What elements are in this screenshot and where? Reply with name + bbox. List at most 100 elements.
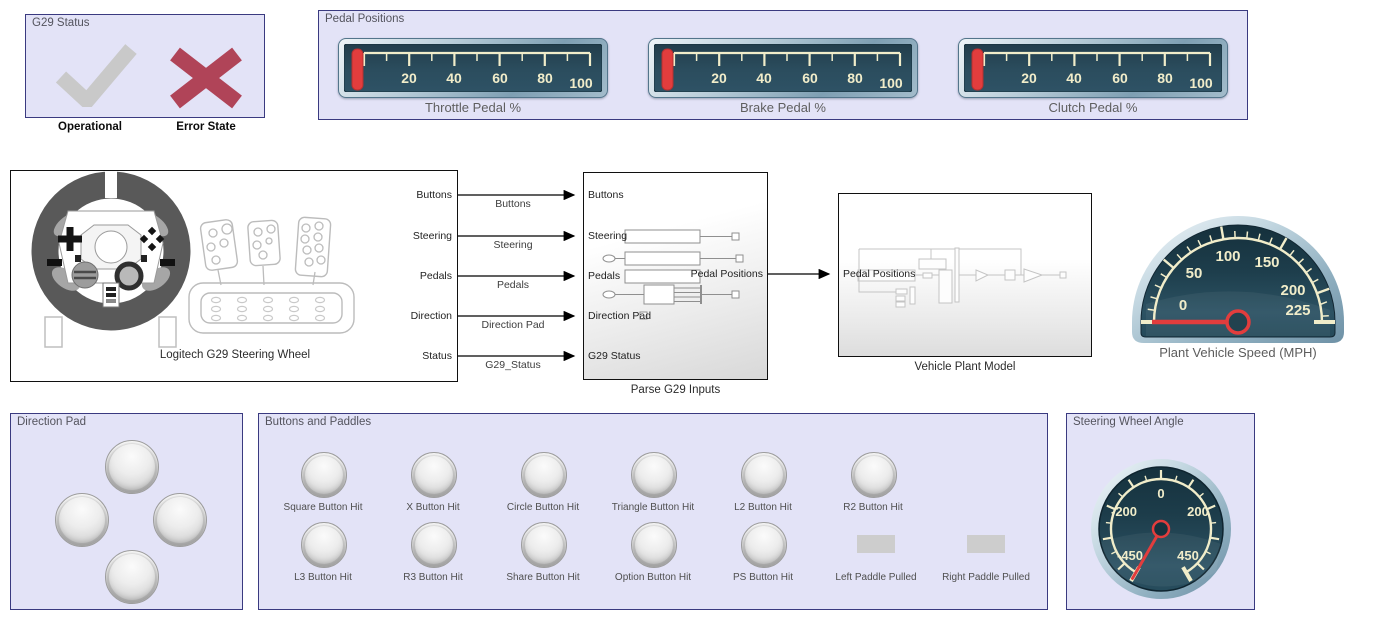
in-port-direction-pad: Direction Pad (588, 310, 651, 322)
angle-tick-neg200: -200 (1111, 504, 1137, 519)
l2-button-label: L2 Button Hit (703, 502, 823, 513)
steering-angle-gauge[interactable]: 0 -200 200 -450 450 (1086, 452, 1236, 602)
dpad-up-lamp[interactable] (105, 440, 159, 494)
direction-pad-title: Direction Pad (17, 416, 86, 428)
circle-button-lamp[interactable] (521, 452, 567, 498)
wire-label-pedals: Pedals (453, 279, 573, 291)
in-port-g29-status: G29 Status (588, 350, 641, 362)
buttons-and-paddles-panel: Buttons and Paddles Square Button Hit X … (258, 413, 1048, 610)
angle-tick-neg450: -450 (1117, 548, 1143, 563)
pedal-positions-title: Pedal Positions (325, 13, 404, 25)
in-port-steering: Steering (588, 230, 627, 242)
speed-tick-225: 225 (1285, 302, 1310, 319)
out-port-pedal-positions: Pedal Positions (663, 268, 763, 280)
wire-label-g29-status: G29_Status (453, 359, 573, 371)
brake-gauge-label: Brake Pedal % (648, 100, 918, 115)
tick-label: 60 (802, 70, 818, 86)
wire-label-steering: Steering (453, 239, 573, 251)
dpad-down-lamp[interactable] (105, 550, 159, 604)
throttle-gauge[interactable]: 20 40 60 80 100 (338, 38, 608, 98)
in-port-buttons: Buttons (588, 189, 624, 201)
tick-label: 20 (1021, 70, 1037, 86)
dpad-right-lamp[interactable] (153, 493, 207, 547)
g29-status-panel: G29 Status (25, 14, 265, 118)
triangle-button-lamp[interactable] (631, 452, 677, 498)
clutch-gauge-label: Clutch Pedal % (958, 100, 1228, 115)
out-port-buttons: Buttons (416, 189, 452, 201)
tick-label: 100 (569, 75, 593, 91)
wire-label-direction-pad: Direction Pad (453, 319, 573, 331)
x-button-lamp[interactable] (411, 452, 457, 498)
angle-tick-0: 0 (1157, 486, 1164, 501)
r3-button-lamp[interactable] (411, 522, 457, 568)
parse-g29-inputs-block[interactable]: Buttons Steering Pedals Direction Pad G2… (583, 172, 768, 380)
tick-label: 60 (1112, 70, 1128, 86)
throttle-gauge-label: Throttle Pedal % (338, 100, 608, 115)
option-button-label: Option Button Hit (593, 572, 713, 583)
vehicle-speed-gauge[interactable]: 0 50 100 150 200 225 (1126, 200, 1350, 350)
l2-button-lamp[interactable] (741, 452, 787, 498)
left-paddle-indicator[interactable] (857, 535, 895, 553)
logitech-g29-block[interactable]: Buttons Steering Pedals Direction Status… (10, 170, 458, 382)
angle-tick-450: 450 (1177, 548, 1199, 563)
needle-hub (1227, 311, 1249, 333)
brake-gauge[interactable]: 20 40 60 80 100 (648, 38, 918, 98)
r3-button-label: R3 Button Hit (373, 572, 493, 583)
ps-button-label: PS Button Hit (703, 572, 823, 583)
right-paddle-label: Right Paddle Pulled (926, 572, 1046, 583)
error-cross-icon[interactable] (167, 47, 245, 109)
in-port-pedal-positions: Pedal Positions (843, 268, 915, 280)
speed-tick-0: 0 (1179, 297, 1187, 314)
circle-button-label: Circle Button Hit (483, 502, 603, 513)
triangle-button-label: Triangle Button Hit (593, 502, 713, 513)
needle-hub (1153, 521, 1169, 537)
in-port-pedals: Pedals (588, 270, 620, 282)
option-button-lamp[interactable] (631, 522, 677, 568)
square-button-lamp[interactable] (301, 452, 347, 498)
g29-status-title: G29 Status (32, 17, 90, 29)
gauge-needle (352, 49, 363, 90)
tick-label: 20 (401, 70, 417, 86)
tick-label: 20 (711, 70, 727, 86)
ps-button-lamp[interactable] (741, 522, 787, 568)
steering-wheel-angle-panel: Steering Wheel Angle 0 -200 200 -450 450 (1066, 413, 1255, 610)
right-paddle-indicator[interactable] (967, 535, 1005, 553)
tick-label: 80 (847, 70, 863, 86)
speed-tick-150: 150 (1254, 254, 1279, 271)
operational-label: Operational (30, 121, 150, 133)
clutch-gauge-face: 20 40 60 80 100 (964, 44, 1222, 92)
l3-button-lamp[interactable] (301, 522, 347, 568)
tick-label: 40 (756, 70, 772, 86)
throttle-gauge-face: 20 40 60 80 100 (344, 44, 602, 92)
speed-tick-200: 200 (1280, 282, 1305, 299)
operational-check-icon[interactable] (49, 37, 139, 107)
speed-gauge-caption: Plant Vehicle Speed (MPH) (1126, 345, 1350, 360)
tick-label: 80 (1157, 70, 1173, 86)
tick-label: 40 (1066, 70, 1082, 86)
brake-gauge-face: 20 40 60 80 100 (654, 44, 912, 92)
clutch-gauge[interactable]: 20 40 60 80 100 (958, 38, 1228, 98)
gauge-needle (662, 49, 673, 90)
error-state-label: Error State (146, 121, 266, 133)
out-port-steering: Steering (413, 230, 452, 242)
tick-label: 100 (1189, 75, 1213, 91)
share-button-lamp[interactable] (521, 522, 567, 568)
speed-tick-100: 100 (1215, 248, 1240, 265)
r2-button-lamp[interactable] (851, 452, 897, 498)
x-button-label: X Button Hit (373, 502, 493, 513)
dpad-left-lamp[interactable] (55, 493, 109, 547)
wire-label-buttons: Buttons (453, 198, 573, 210)
vehicle-plant-model-block[interactable]: Pedal Positions (838, 193, 1092, 357)
tick-label: 40 (446, 70, 462, 86)
tick-label: 60 (492, 70, 508, 86)
r2-button-label: R2 Button Hit (813, 502, 933, 513)
gauge-needle (972, 49, 983, 90)
wheel-block-caption: Logitech G29 Steering Wheel (11, 349, 459, 361)
buttons-paddles-title: Buttons and Paddles (265, 416, 371, 428)
tick-label: 100 (879, 75, 903, 91)
left-paddle-label: Left Paddle Pulled (816, 572, 936, 583)
l3-button-label: L3 Button Hit (263, 572, 383, 583)
share-button-label: Share Button Hit (483, 572, 603, 583)
plant-block-caption: Vehicle Plant Model (838, 361, 1092, 373)
out-port-pedals: Pedals (420, 270, 452, 282)
